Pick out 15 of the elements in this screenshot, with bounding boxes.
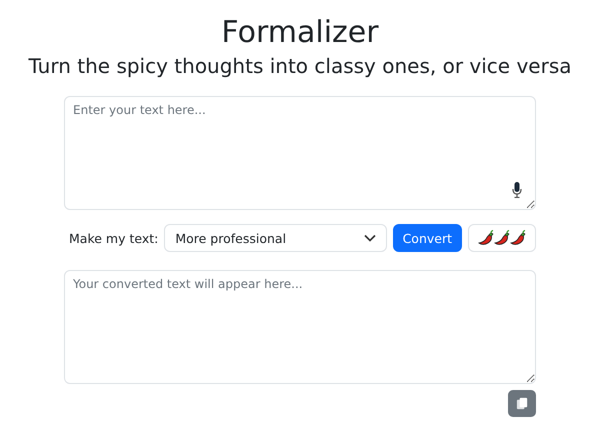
option-label: Make my text: <box>69 230 158 246</box>
chili-pepper-icon <box>510 230 526 246</box>
spice-button[interactable] <box>468 224 536 252</box>
output-field[interactable]: Your converted text will appear here... <box>64 270 536 384</box>
copy-button[interactable] <box>508 390 536 417</box>
chili-pepper-icon <box>494 230 510 246</box>
chili-pepper-icon <box>478 230 494 246</box>
copy-icon <box>516 397 528 410</box>
chevron-icon <box>364 234 376 242</box>
style-dropdown[interactable]: More professional <box>164 224 387 252</box>
microphone-icon[interactable] <box>512 182 522 198</box>
page-subtitle: Turn the spicy thoughts into classy ones, or vice versa <box>28 53 572 80</box>
input-field[interactable]: Enter your text here... <box>64 96 536 210</box>
convert-button[interactable]: Convert <box>392 224 462 252</box>
page-title: Formalizer <box>221 14 379 52</box>
